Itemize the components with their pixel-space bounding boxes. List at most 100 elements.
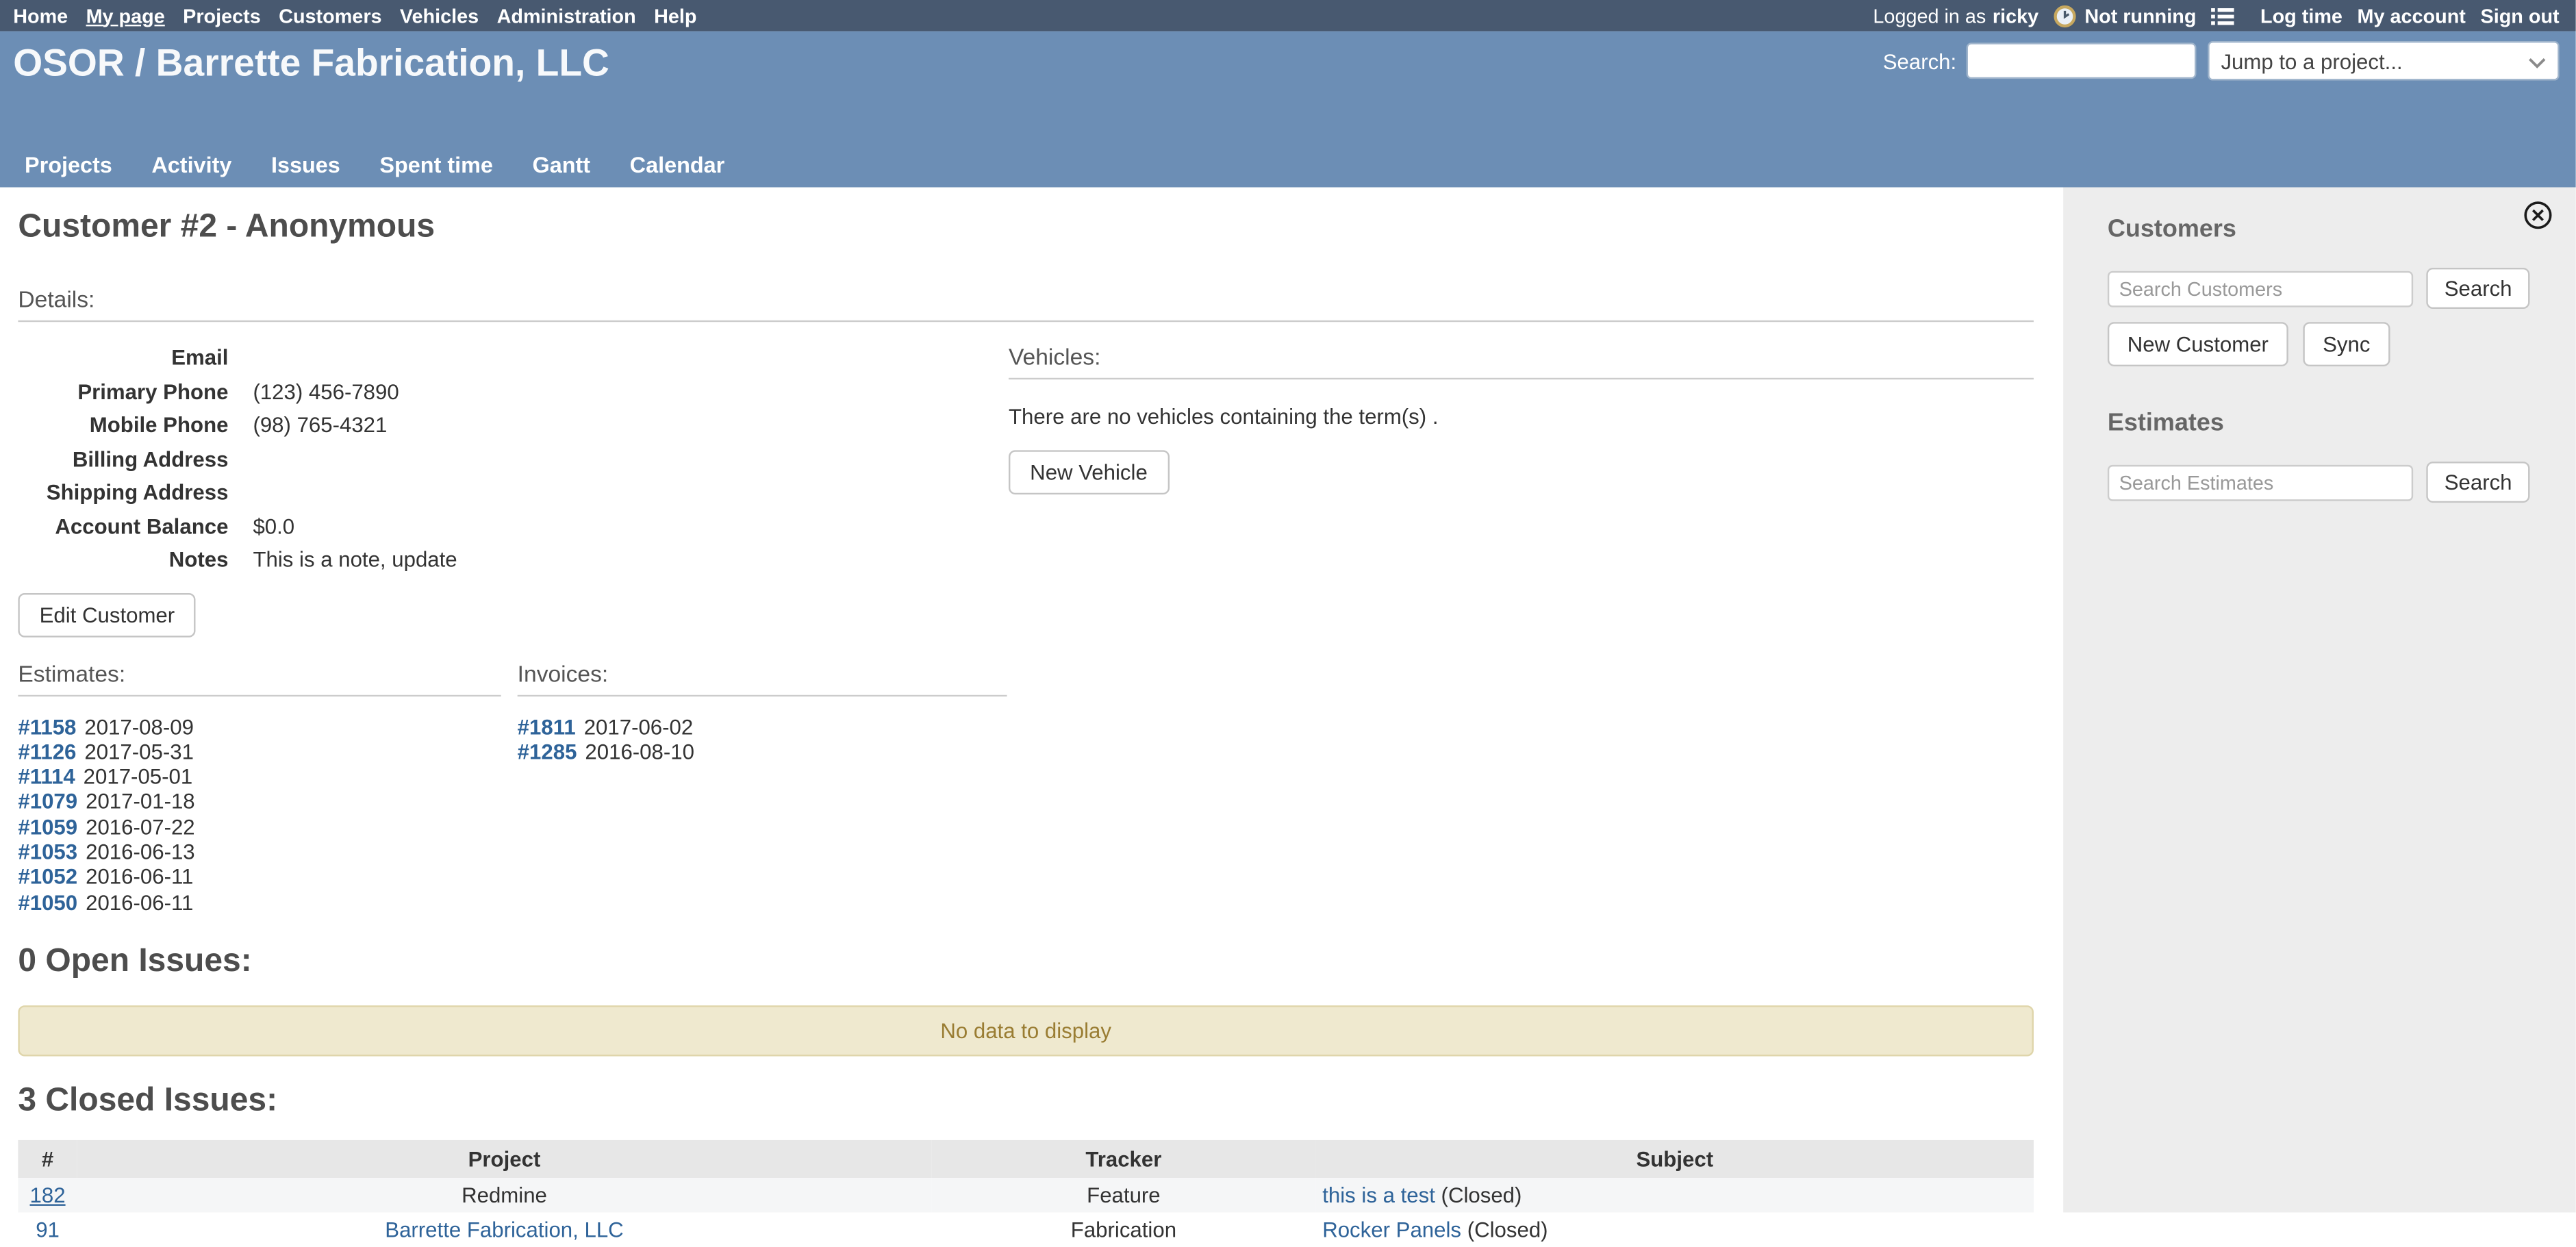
vehicles-heading: Vehicles: xyxy=(1009,343,2034,379)
tab-calendar[interactable]: Calendar xyxy=(630,153,725,177)
search-input[interactable] xyxy=(1967,42,2197,79)
app-window: Home My page Projects Customers Vehicles… xyxy=(0,0,2576,1212)
list-item: #1285 2016-08-10 xyxy=(518,739,1007,764)
project-jump-select[interactable]: Jump to a project... xyxy=(2208,41,2559,81)
project-jump-value: Jump to a project... xyxy=(2221,49,2402,73)
customer-details: Email Primary Phone(123) 456-7890 Mobile… xyxy=(18,342,1009,577)
detail-value xyxy=(228,443,253,477)
tab-issues[interactable]: Issues xyxy=(271,153,340,177)
table-row: 182 Redmine Feature this is a test (Clos… xyxy=(18,1178,2034,1212)
table-row: 91 Barrette Fabrication, LLC Fabrication… xyxy=(18,1212,2034,1246)
open-issues-heading: 0 Open Issues: xyxy=(18,943,2034,981)
invoice-link[interactable]: #1811 xyxy=(518,714,576,738)
issue-subject-link[interactable]: this is a test xyxy=(1322,1183,1435,1207)
estimate-link[interactable]: #1079 xyxy=(18,789,77,814)
logged-in-label: Logged in as xyxy=(1873,4,1986,27)
detail-value: (98) 765-4321 xyxy=(228,409,387,442)
col-header-project: Project xyxy=(77,1140,931,1178)
logged-in-username: ricky xyxy=(1993,4,2038,27)
sign-out-link[interactable]: Sign out xyxy=(2480,4,2559,27)
search-estimates-button[interactable]: Search xyxy=(2426,462,2530,503)
issue-id-link[interactable]: 91 xyxy=(36,1217,60,1242)
estimate-link[interactable]: #1114 xyxy=(18,764,75,789)
list-item: #11142017-05-01 xyxy=(18,764,501,790)
tab-projects[interactable]: Projects xyxy=(25,153,112,177)
top-account-area: Logged in as ricky Not running Log time … xyxy=(1858,4,2560,27)
menu-my-page[interactable]: My page xyxy=(86,4,165,27)
estimate-date: 2017-05-31 xyxy=(84,739,194,764)
detail-value: This is a note, update xyxy=(228,544,457,577)
table-header-row: # Project Tracker Subject xyxy=(18,1140,2034,1178)
issue-subject-link[interactable]: Rocker Panels xyxy=(1322,1217,1461,1242)
header-search-area: Search: Jump to a project... xyxy=(1883,41,2560,81)
log-time-link[interactable]: Log time xyxy=(2260,4,2343,27)
estimate-link[interactable]: #1059 xyxy=(18,814,77,839)
detail-value: $0.0 xyxy=(228,510,294,544)
invoice-date: 2017-06-02 xyxy=(584,714,694,738)
tab-spent-time[interactable]: Spent time xyxy=(379,153,493,177)
site-title: OSOR / Barrette Fabrication, LLC xyxy=(13,41,609,86)
estimate-date: 2016-06-11 xyxy=(86,865,193,890)
details-heading: Details: xyxy=(18,286,2034,322)
timer-clock-icon xyxy=(2054,4,2077,27)
sync-button[interactable]: Sync xyxy=(2303,322,2390,366)
sidebar: Customers Search New Customer Sync Estim… xyxy=(2063,187,2575,1212)
estimate-link[interactable]: #1053 xyxy=(18,840,77,864)
estimates-heading: Estimates: xyxy=(18,659,501,696)
menu-vehicles[interactable]: Vehicles xyxy=(400,4,479,27)
close-icon[interactable] xyxy=(2523,201,2553,230)
list-item: #1158 2017-08-09 xyxy=(18,714,501,739)
vehicles-section: Vehicles: There are no vehicles containi… xyxy=(1009,342,2034,915)
menu-home[interactable]: Home xyxy=(13,4,68,27)
edit-customer-button[interactable]: Edit Customer xyxy=(18,592,196,637)
tab-gantt[interactable]: Gantt xyxy=(533,153,591,177)
issue-tracker: Fabrication xyxy=(931,1212,1315,1246)
issue-id-link[interactable]: 182 xyxy=(30,1183,66,1207)
list-item: #10502016-06-11 xyxy=(18,890,501,915)
top-menu-bar: Home My page Projects Customers Vehicles… xyxy=(0,0,2576,32)
detail-label: Notes xyxy=(18,544,228,577)
sidebar-estimates-heading: Estimates xyxy=(2108,409,2576,437)
col-header-id: # xyxy=(18,1140,77,1178)
timer-list-icon[interactable] xyxy=(2211,5,2234,25)
menu-projects[interactable]: Projects xyxy=(183,4,261,27)
estimate-date: 2017-01-18 xyxy=(86,789,195,814)
new-vehicle-button[interactable]: New Vehicle xyxy=(1009,450,1169,494)
detail-value xyxy=(228,342,253,375)
detail-label: Primary Phone xyxy=(18,375,228,409)
list-item: #1053 2016-06-13 xyxy=(18,840,501,865)
invoices-list: #1811 2017-06-02 #1285 2016-08-10 xyxy=(518,714,1007,764)
search-customers-button[interactable]: Search xyxy=(2426,268,2530,309)
list-item: #1052 2016-06-11 xyxy=(18,865,501,890)
invoice-date: 2016-08-10 xyxy=(585,739,694,764)
list-item: #1126 2017-05-31 xyxy=(18,739,501,764)
search-estimates-input[interactable] xyxy=(2108,464,2413,501)
search-customers-input[interactable] xyxy=(2108,270,2413,307)
list-item: #10592016-07-22 xyxy=(18,814,501,840)
tab-activity[interactable]: Activity xyxy=(151,153,231,177)
timer-status: Not running xyxy=(2084,4,2196,27)
top-menu: Home My page Projects Customers Vehicles… xyxy=(13,4,715,27)
vehicles-empty-text: There are no vehicles containing the ter… xyxy=(1009,404,2034,429)
estimate-date: 2017-08-09 xyxy=(84,714,194,738)
detail-label: Shipping Address xyxy=(18,477,228,510)
no-data-banner: No data to display xyxy=(18,1005,2034,1056)
issue-project-link[interactable]: Barrette Fabrication, LLC xyxy=(385,1217,623,1242)
menu-administration[interactable]: Administration xyxy=(497,4,636,27)
sidebar-customers-heading: Customers xyxy=(2108,215,2576,243)
issue-status: (Closed) xyxy=(1467,1217,1548,1242)
new-customer-button[interactable]: New Customer xyxy=(2108,322,2288,366)
estimate-date: 2016-06-13 xyxy=(86,840,195,864)
invoice-link[interactable]: #1285 xyxy=(518,739,577,764)
estimate-link[interactable]: #1158 xyxy=(18,714,76,738)
main-nav: Projects Activity Issues Spent time Gant… xyxy=(25,153,764,177)
estimate-link[interactable]: #1126 xyxy=(18,739,76,764)
issue-status: (Closed) xyxy=(1441,1183,1522,1207)
list-item: #1811 2017-06-02 xyxy=(518,714,1007,739)
my-account-link[interactable]: My account xyxy=(2358,4,2466,27)
col-header-subject: Subject xyxy=(1316,1140,2034,1178)
menu-customers[interactable]: Customers xyxy=(279,4,381,27)
estimate-link[interactable]: #1052 xyxy=(18,865,77,890)
menu-help[interactable]: Help xyxy=(654,4,696,27)
estimate-link[interactable]: #1050 xyxy=(18,890,77,914)
